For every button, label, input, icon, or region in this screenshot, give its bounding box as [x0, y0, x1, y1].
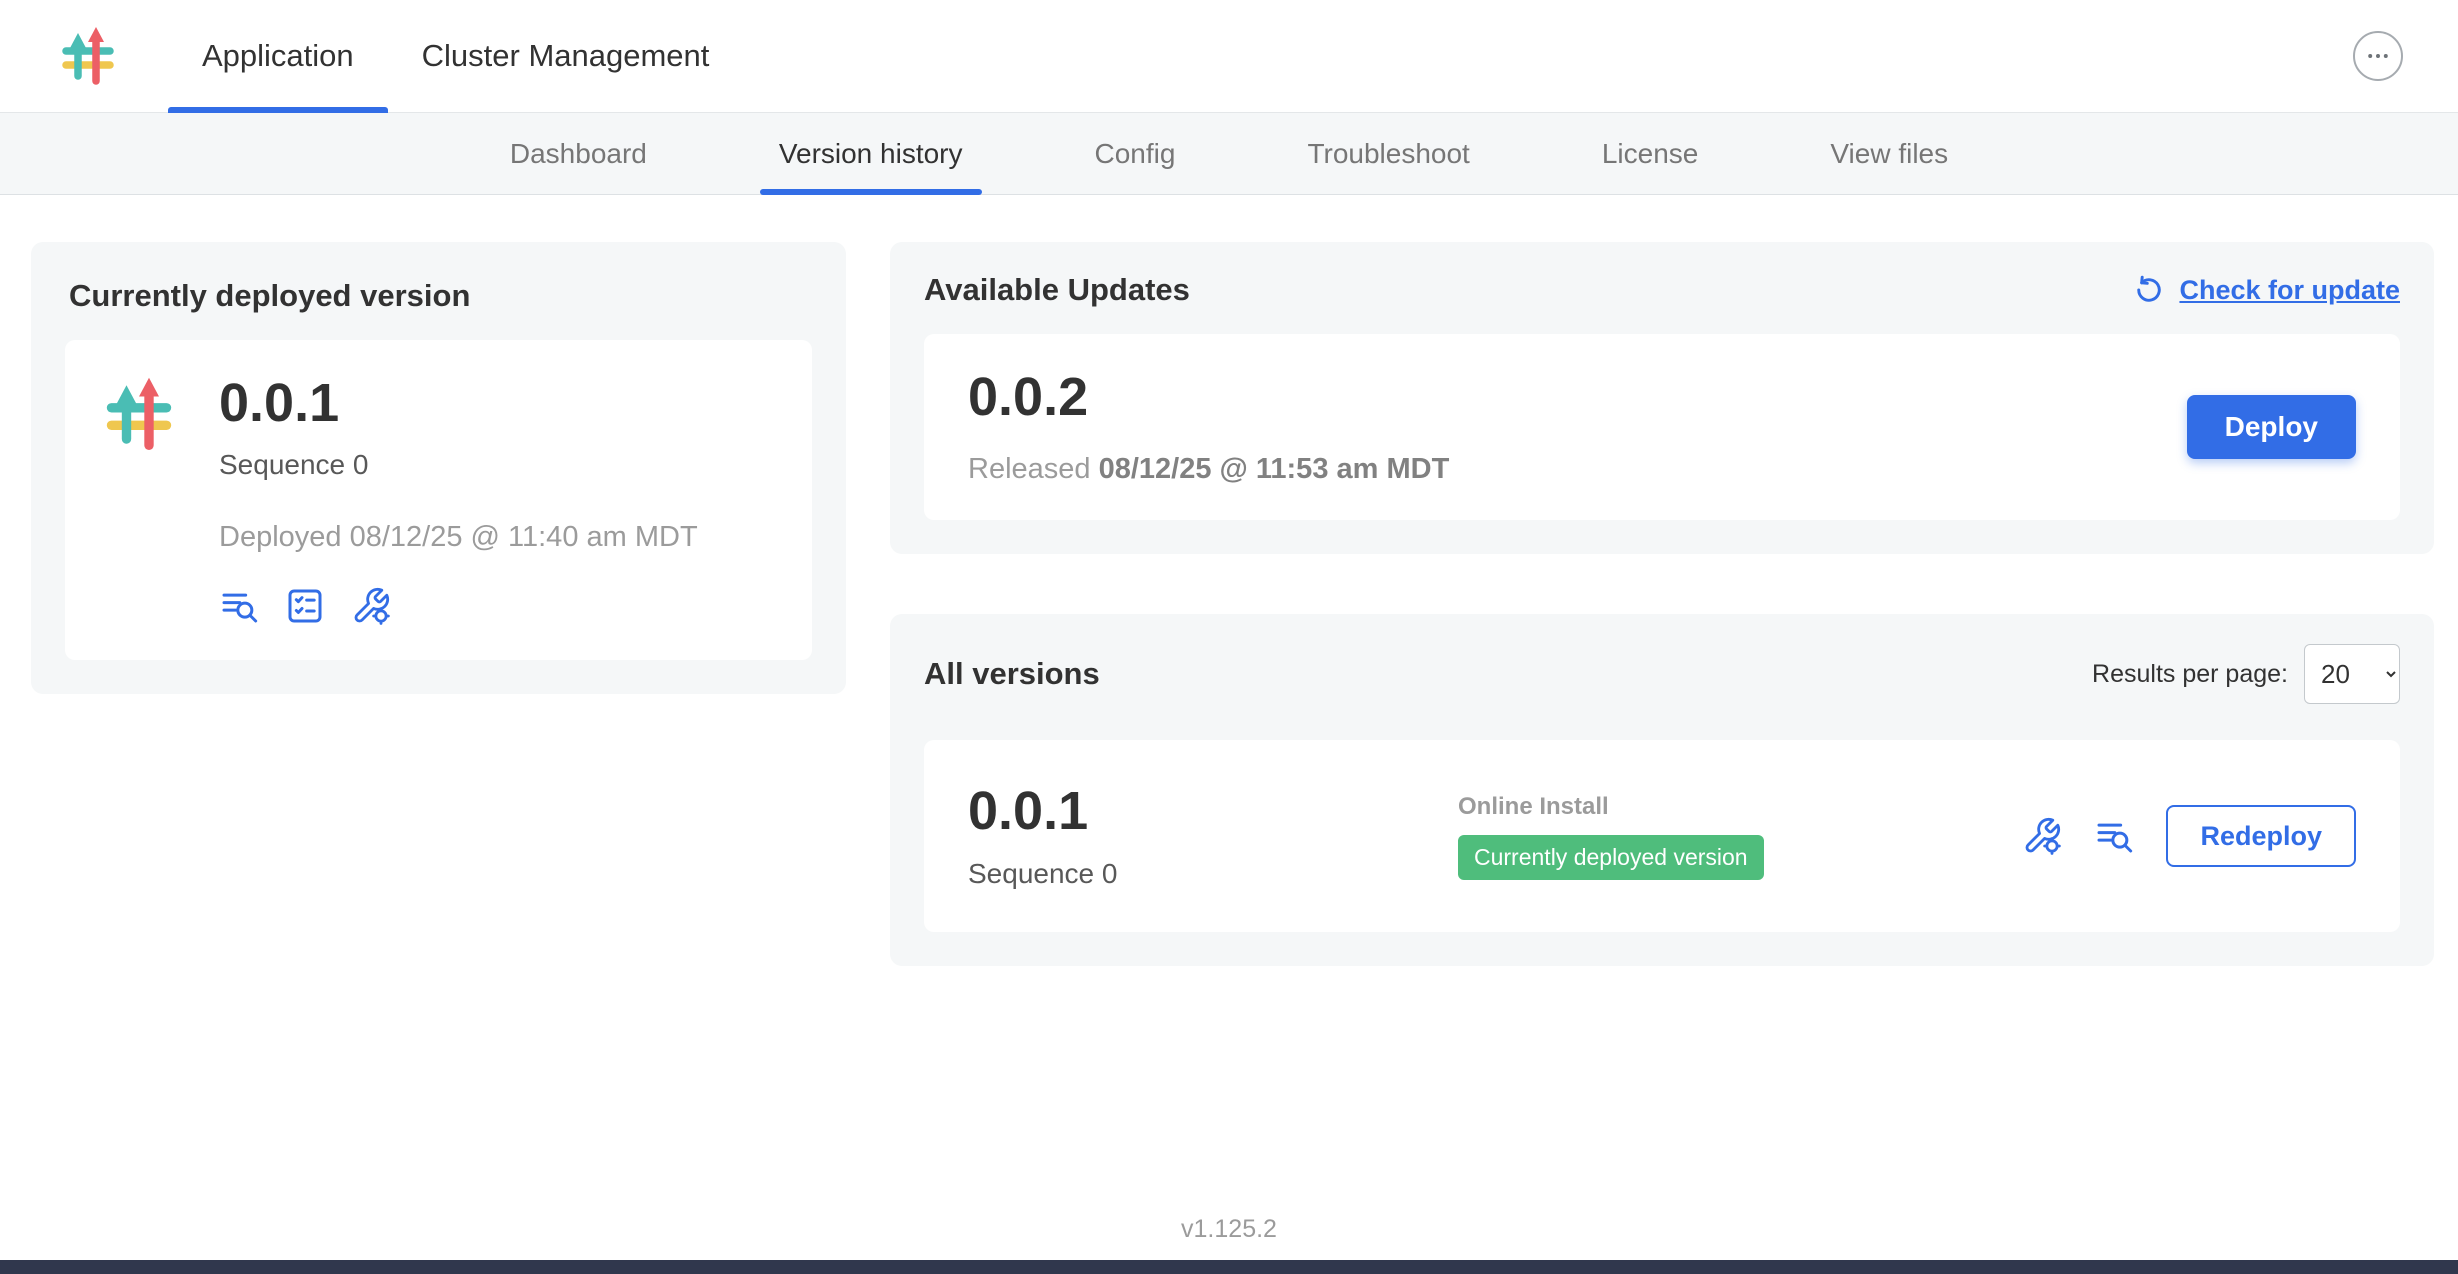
edit-config-button[interactable]: [2022, 816, 2062, 856]
tab-cluster-management[interactable]: Cluster Management: [388, 0, 744, 112]
all-versions-card: All versions Results per page: 20 0.0.1 …: [890, 614, 2434, 965]
deployed-version-number: 0.0.1: [219, 374, 698, 433]
deployed-status-badge: Currently deployed version: [1458, 835, 1764, 880]
deployed-timestamp: Deployed 08/12/25 @ 11:40 am MDT: [219, 521, 698, 554]
tab-application-label: Application: [202, 38, 354, 74]
version-history-page: Currently deployed version 0.0.1 Sequenc…: [0, 195, 2458, 966]
top-header: Application Cluster Management: [0, 0, 2458, 113]
release-notes-button[interactable]: [219, 586, 259, 626]
preflight-checks-button[interactable]: [285, 586, 325, 626]
more-options-button[interactable]: [2353, 31, 2403, 81]
update-released-line: Released 08/12/25 @ 11:53 am MDT: [968, 453, 1449, 486]
log-search-icon: [2094, 816, 2134, 856]
subnav-item-dashboard[interactable]: Dashboard: [491, 113, 666, 194]
edit-config-button[interactable]: [351, 586, 391, 626]
app-subnav: Dashboard Version history Config Trouble…: [0, 113, 2458, 195]
subnav-item-config[interactable]: Config: [1076, 113, 1195, 194]
deployed-actions: [219, 586, 698, 626]
subnav-item-troubleshoot[interactable]: Troubleshoot: [1288, 113, 1488, 194]
primary-tabs: Application Cluster Management: [168, 0, 743, 112]
deployed-sequence: Sequence 0: [219, 449, 698, 481]
currently-deployed-card: Currently deployed version 0.0.1 Sequenc…: [31, 242, 846, 694]
available-updates-title: Available Updates: [924, 272, 1190, 308]
release-notes-button[interactable]: [2094, 816, 2134, 856]
console-footer: v1.125.2: [0, 1215, 2458, 1244]
refresh-icon: [2133, 274, 2165, 306]
ellipsis-icon: [2361, 39, 2395, 73]
redeploy-button[interactable]: Redeploy: [2166, 805, 2356, 867]
update-version-details: 0.0.2 Released 08/12/25 @ 11:53 am MDT: [968, 368, 1449, 486]
install-type-label: Online Install: [1458, 793, 2022, 821]
version-row: 0.0.1 Sequence 0 Online Install Currentl…: [924, 740, 2400, 931]
app-logo-icon: [99, 374, 179, 454]
log-search-icon: [219, 586, 259, 626]
subnav-item-license[interactable]: License: [1583, 113, 1718, 194]
subnav-item-version-history[interactable]: Version history: [760, 113, 982, 194]
checklist-icon: [285, 586, 325, 626]
subnav-item-view-files[interactable]: View files: [1811, 113, 1967, 194]
tab-cluster-management-label: Cluster Management: [422, 38, 710, 74]
results-per-page-label: Results per page:: [2092, 660, 2288, 689]
right-column: Available Updates Check for update 0.0.2…: [890, 242, 2434, 966]
console-version: v1.125.2: [1181, 1215, 1277, 1243]
available-updates-header: Available Updates Check for update: [924, 272, 2400, 308]
deployed-version-details: 0.0.1 Sequence 0 Deployed 08/12/25 @ 11:…: [219, 374, 698, 626]
check-for-update-link[interactable]: Check for update: [2133, 274, 2400, 306]
available-update-row: 0.0.2 Released 08/12/25 @ 11:53 am MDT D…: [924, 334, 2400, 520]
bottom-bar: [0, 1260, 2458, 1274]
results-per-page: Results per page: 20: [2092, 644, 2400, 704]
currently-deployed-title: Currently deployed version: [69, 278, 812, 314]
app-logo-icon: [56, 24, 120, 88]
version-row-actions: Redeploy: [2022, 805, 2356, 867]
all-versions-title: All versions: [924, 656, 1100, 692]
tab-application[interactable]: Application: [168, 0, 388, 112]
released-date: 08/12/25 @ 11:53 am MDT: [1099, 453, 1450, 485]
released-prefix: Released: [968, 453, 1099, 485]
check-for-update-label: Check for update: [2179, 275, 2400, 306]
wrench-gear-icon: [351, 586, 391, 626]
wrench-gear-icon: [2022, 816, 2062, 856]
update-version-number: 0.0.2: [968, 368, 1449, 427]
available-updates-card: Available Updates Check for update 0.0.2…: [890, 242, 2434, 554]
version-row-details: 0.0.1 Sequence 0: [968, 782, 1458, 889]
deployed-version-box: 0.0.1 Sequence 0 Deployed 08/12/25 @ 11:…: [65, 340, 812, 660]
all-versions-header: All versions Results per page: 20: [924, 644, 2400, 704]
row-sequence: Sequence 0: [968, 858, 1458, 890]
row-version-number: 0.0.1: [968, 782, 1458, 841]
results-per-page-select[interactable]: 20: [2304, 644, 2400, 704]
version-row-status: Online Install Currently deployed versio…: [1458, 793, 2022, 880]
deploy-button[interactable]: Deploy: [2187, 395, 2356, 459]
